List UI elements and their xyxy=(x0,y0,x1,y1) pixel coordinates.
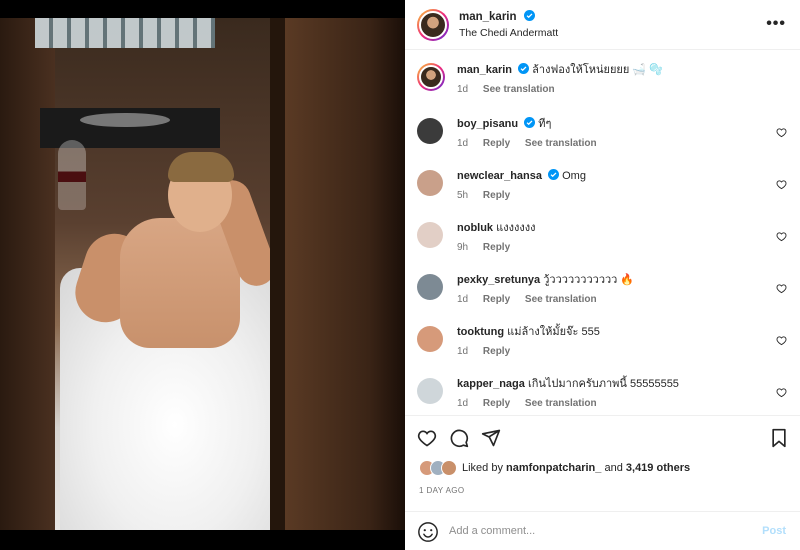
wine-glass xyxy=(58,140,86,210)
comments-list: man_karin ล้างฟองให้โหน่ยยยย 🛁 🫧 1d See … xyxy=(405,55,800,415)
post-comment-button[interactable]: Post xyxy=(762,525,786,537)
avatar[interactable] xyxy=(417,118,443,144)
comment-username[interactable]: pexky_sretunya xyxy=(457,274,540,286)
more-options-icon[interactable]: ••• xyxy=(766,15,786,33)
caption-time: 1d xyxy=(457,84,469,95)
avatar[interactable] xyxy=(417,170,443,196)
liked-by-user[interactable]: namfonpatcharin_ xyxy=(506,462,601,474)
comment-text: วู้ววววววววววว 🔥 xyxy=(543,274,635,286)
post-location[interactable]: The Chedi Andermatt xyxy=(459,25,558,41)
comment-username[interactable]: kapper_naga xyxy=(457,378,525,390)
comment-time: 9h xyxy=(457,242,469,253)
comment-time: 5h xyxy=(457,190,469,201)
comment-time: 1d xyxy=(457,294,469,305)
likes-count[interactable]: 3,419 others xyxy=(626,462,690,474)
comment-username[interactable]: nobluk xyxy=(457,222,493,234)
comment-text: แม่ล้างให้มั้ยจ๊ะ 555 xyxy=(507,326,600,338)
post-image-panel xyxy=(0,0,405,550)
likes-and-label: and xyxy=(604,462,623,474)
like-comment-icon[interactable] xyxy=(776,387,787,398)
reply-button[interactable]: Reply xyxy=(483,190,510,201)
comment-text: แงงงงงง xyxy=(496,222,536,234)
comment-time: 1d xyxy=(457,346,469,357)
comment-text: ทีๆ xyxy=(538,118,552,130)
reply-button[interactable]: Reply xyxy=(483,294,510,305)
post-date: 1 DAY AGO xyxy=(419,486,465,495)
avatar[interactable] xyxy=(417,274,443,300)
avatar xyxy=(441,460,457,476)
like-comment-icon[interactable] xyxy=(776,283,787,294)
comment-time: 1d xyxy=(457,398,469,409)
avatar[interactable] xyxy=(417,326,443,352)
caption-text: ล้างฟองให้โหน่ยยยย 🛁 🫧 xyxy=(532,64,663,76)
post-username[interactable]: man_karin xyxy=(459,11,517,23)
avatar[interactable] xyxy=(417,8,449,41)
verified-badge-icon xyxy=(523,10,535,21)
see-translation-link[interactable]: See translation xyxy=(525,398,597,409)
like-comment-icon[interactable] xyxy=(776,127,787,138)
comment-item: newclear_hansa Omg 5h Reply xyxy=(417,169,787,203)
post-side-panel: man_karin The Chedi Andermatt ••• man_ka… xyxy=(405,0,800,550)
avatar[interactable] xyxy=(417,63,445,91)
see-translation-link[interactable]: See translation xyxy=(525,294,597,305)
add-comment-bar: Add a comment... Post xyxy=(405,511,800,550)
see-translation-link[interactable]: See translation xyxy=(525,138,597,149)
comment-item: tooktung แม่ล้างให้มั้ยจ๊ะ 555 1d Reply xyxy=(417,325,787,359)
reply-button[interactable]: Reply xyxy=(483,242,510,253)
comment-username[interactable]: tooktung xyxy=(457,326,504,338)
like-heart-icon[interactable] xyxy=(417,428,437,448)
reply-button[interactable]: Reply xyxy=(483,138,510,149)
add-comment-input[interactable]: Add a comment... xyxy=(449,525,535,537)
comment-text: เกินไปมากครับภาพนี้ 55555555 xyxy=(527,378,679,390)
share-icon[interactable] xyxy=(481,428,501,448)
avatar[interactable] xyxy=(417,222,443,248)
emoji-icon[interactable] xyxy=(417,521,439,543)
verified-badge-icon xyxy=(524,117,536,128)
liked-by-label: Liked by xyxy=(462,462,503,474)
comment-icon[interactable] xyxy=(449,428,469,448)
caption: man_karin ล้างฟองให้โหน่ยยยย 🛁 🫧 1d See … xyxy=(417,63,787,97)
reply-button[interactable]: Reply xyxy=(483,346,510,357)
comment-username[interactable]: boy_pisanu xyxy=(457,118,518,130)
see-translation-link[interactable]: See translation xyxy=(483,84,555,95)
comment-item: boy_pisanu ทีๆ 1d Reply See translation xyxy=(417,117,787,151)
comment-item: nobluk แงงงงงง 9h Reply xyxy=(417,221,787,255)
post-photo[interactable] xyxy=(0,18,405,530)
like-comment-icon[interactable] xyxy=(776,231,787,242)
comment-time: 1d xyxy=(457,138,469,149)
avatar[interactable] xyxy=(417,378,443,404)
verified-badge-icon xyxy=(518,63,530,74)
comment-username[interactable]: newclear_hansa xyxy=(457,170,542,182)
likes-summary: Liked by namfonpatcharin_ and 3,419 othe… xyxy=(419,460,690,476)
caption-username[interactable]: man_karin xyxy=(457,64,512,76)
post-header: man_karin The Chedi Andermatt ••• xyxy=(405,0,800,50)
like-comment-icon[interactable] xyxy=(776,335,787,346)
like-comment-icon[interactable] xyxy=(776,179,787,190)
reply-button[interactable]: Reply xyxy=(483,398,510,409)
comment-item: pexky_sretunya วู้ววววววววววว 🔥 1d Reply… xyxy=(417,273,787,307)
comment-text: Omg xyxy=(562,170,586,182)
verified-badge-icon xyxy=(548,169,560,180)
bookmark-icon[interactable] xyxy=(770,428,788,448)
comment-item: kapper_naga เกินไปมากครับภาพนี้ 55555555… xyxy=(417,377,787,411)
action-bar xyxy=(405,415,800,459)
